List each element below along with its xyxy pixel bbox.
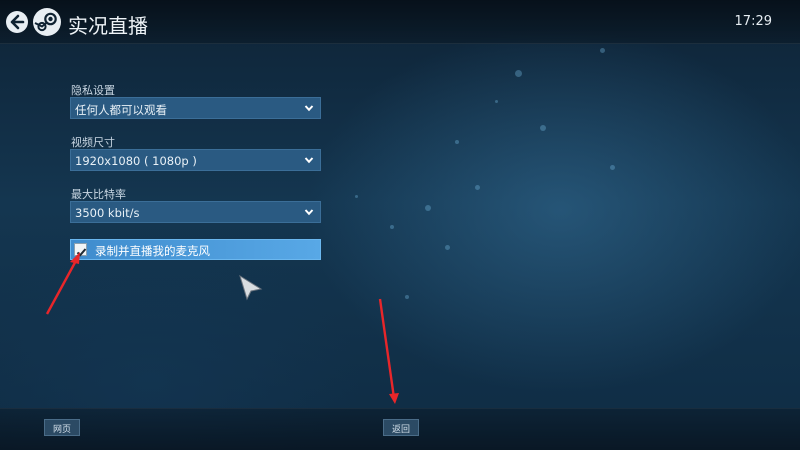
steam-logo-icon (33, 8, 61, 36)
microphone-checkbox[interactable] (74, 243, 87, 257)
privacy-select[interactable]: 任何人都可以观看 (70, 97, 321, 119)
bokeh-dot (475, 185, 480, 190)
chevron-down-icon (304, 157, 314, 164)
bokeh-dot (515, 70, 522, 77)
bottom-bar: 网页 返回 (0, 408, 800, 450)
privacy-label: 隐私设置 (71, 84, 115, 97)
chevron-down-icon (304, 209, 314, 216)
video-size-select[interactable]: 1920x1080 ( 1080p ) (70, 149, 321, 171)
max-bitrate-select[interactable]: 3500 kbit/s (70, 201, 321, 223)
microphone-toggle-row[interactable]: 录制并直播我的麦克风 (70, 239, 321, 260)
max-bitrate-value: 3500 kbit/s (75, 206, 140, 220)
bokeh-dot (610, 165, 615, 170)
bokeh-dot (355, 195, 358, 198)
privacy-value: 任何人都可以观看 (75, 103, 167, 117)
bokeh-dot (600, 48, 605, 53)
bokeh-dot (540, 125, 546, 131)
background (0, 0, 800, 450)
bokeh-dot (495, 100, 498, 103)
arrow-left-icon (10, 14, 25, 30)
web-button[interactable]: 网页 (44, 419, 81, 436)
page-title: 实况直播 (68, 14, 148, 38)
back-icon[interactable] (6, 11, 28, 33)
checkmark-icon (76, 248, 87, 257)
bokeh-dot (390, 225, 394, 229)
back-button[interactable]: 返回 (383, 419, 420, 436)
max-bitrate-label: 最大比特率 (71, 188, 126, 201)
video-size-label: 视频尺寸 (71, 136, 115, 149)
bokeh-dot (425, 205, 431, 211)
bokeh-dot (455, 140, 459, 144)
top-bar: 实况直播 17:29 (0, 0, 800, 44)
clock: 17:29 (734, 14, 772, 29)
video-size-value: 1920x1080 ( 1080p ) (75, 154, 197, 168)
microphone-label: 录制并直播我的麦克风 (95, 244, 210, 258)
bokeh-dot (405, 295, 409, 299)
bokeh-dot (445, 245, 450, 250)
chevron-down-icon (304, 105, 314, 112)
